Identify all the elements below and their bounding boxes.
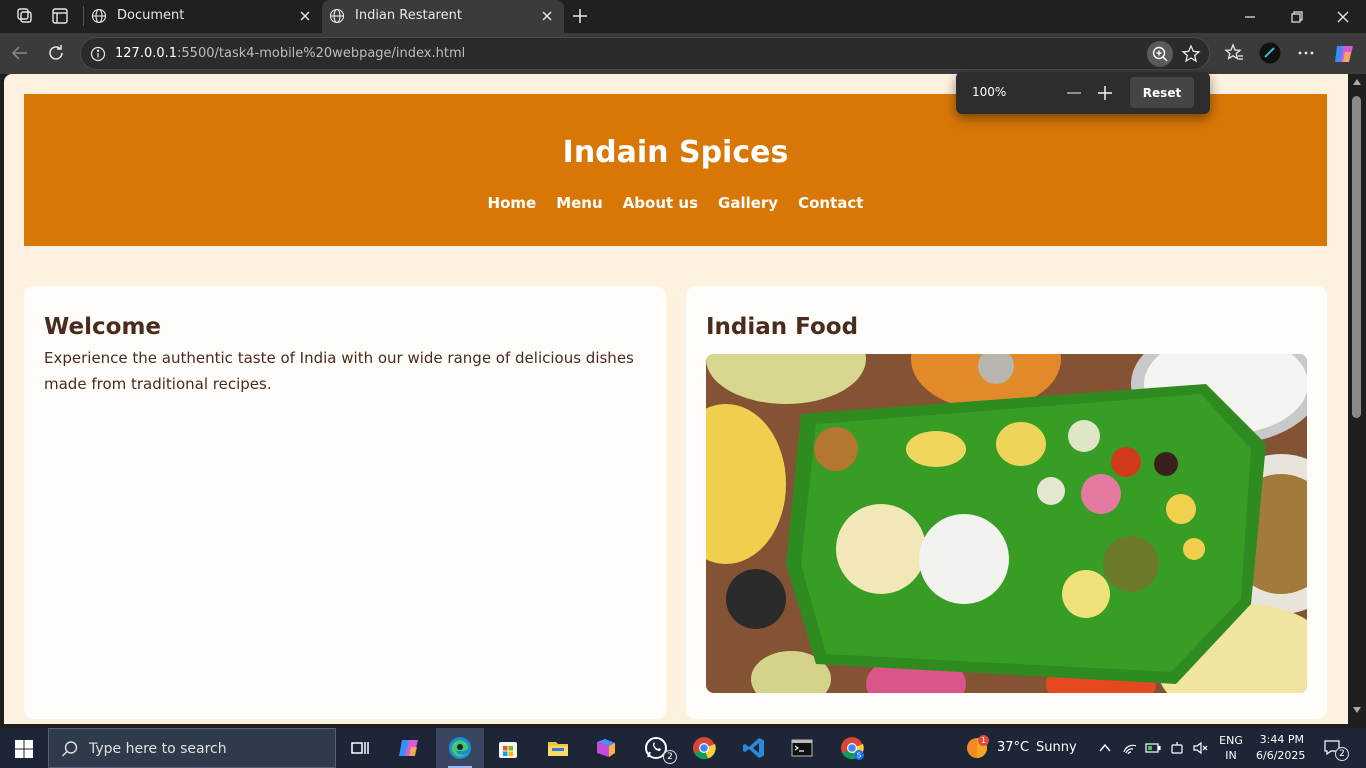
globe-icon <box>329 8 345 24</box>
scroll-down-arrow-icon[interactable] <box>1352 706 1362 714</box>
nav-link-home[interactable]: Home <box>488 194 537 212</box>
svg-text:S: S <box>857 752 862 760</box>
vscode-icon <box>743 738 764 758</box>
volume-muted-icon[interactable] <box>1192 740 1208 756</box>
scroll-up-arrow-icon[interactable] <box>1352 78 1362 86</box>
windows-start-icon[interactable] <box>15 740 33 758</box>
tab-strip: Document Indian Restarent <box>0 0 1366 33</box>
task-view-button[interactable] <box>336 728 384 768</box>
vertical-tabs-icon[interactable] <box>50 6 70 26</box>
scrollbar-thumb[interactable] <box>1352 96 1361 418</box>
minimize-icon[interactable] <box>1242 9 1258 25</box>
profile-avatar-icon[interactable] <box>1259 42 1281 64</box>
whatsapp-badge: 2 <box>663 750 677 764</box>
site-header: Indain Spices Home Menu About us Gallery… <box>24 94 1327 246</box>
url-text: 127.0.0.1:5500/task4-mobile%20webpage/in… <box>115 46 465 61</box>
language-indicator[interactable]: ENG IN <box>1213 733 1249 763</box>
close-tab-icon[interactable] <box>540 9 554 23</box>
browser-toolbar: 127.0.0.1:5500/task4-mobile%20webpage/in… <box>0 33 1366 74</box>
terminal-icon <box>791 739 813 757</box>
zoom-in-icon <box>1152 46 1168 62</box>
zoom-in-plus-icon[interactable] <box>1096 84 1114 102</box>
workspaces-icon[interactable] <box>14 6 34 26</box>
chrome-profile-icon: S <box>841 737 864 760</box>
welcome-text: Experience the authentic taste of India … <box>44 349 634 393</box>
tab-title: Document <box>117 8 185 23</box>
copilot-icon[interactable] <box>1332 42 1356 66</box>
clock-date: 6/6/2025 <box>1256 749 1306 762</box>
clock-time: 3:44 PM <box>1259 733 1304 746</box>
site-nav: Home Menu About us Gallery Contact <box>24 194 1327 212</box>
welcome-card: Welcome Experience the authentic taste o… <box>24 286 666 719</box>
tab-title: Indian Restarent <box>355 8 462 23</box>
windows-taskbar: Type here to search 2 S 1 37°C Sunny ENG… <box>0 728 1366 768</box>
language-code: ENG <box>1219 734 1243 747</box>
store-app-button[interactable] <box>484 728 532 768</box>
page-scrollbar[interactable] <box>1348 74 1366 724</box>
site-info-icon[interactable] <box>90 46 106 62</box>
store-icon <box>499 742 517 758</box>
url-path: :5500/task4-mobile%20webpage/index.html <box>177 46 466 61</box>
indian-food-heading: Indian Food <box>706 314 859 340</box>
back-arrow-icon[interactable] <box>10 43 30 63</box>
wifi-icon[interactable] <box>1122 740 1138 756</box>
copilot-icon <box>399 740 418 756</box>
nav-link-contact[interactable]: Contact <box>798 194 863 212</box>
edge-app-button[interactable] <box>436 728 484 768</box>
zoom-popup: 100% Reset <box>956 72 1210 114</box>
more-options-icon[interactable] <box>1296 43 1316 63</box>
notification-count-badge: 2 <box>1335 747 1349 761</box>
globe-icon <box>91 8 107 24</box>
nav-link-menu[interactable]: Menu <box>556 194 602 212</box>
search-icon <box>62 741 78 757</box>
search-placeholder: Type here to search <box>89 741 227 757</box>
new-tab-icon[interactable] <box>571 7 589 25</box>
close-window-icon[interactable] <box>1335 9 1351 25</box>
taskbar-search-box[interactable]: Type here to search <box>48 728 336 768</box>
zoom-out-minus-icon[interactable] <box>1065 84 1083 102</box>
weather-badge: 1 <box>978 735 989 746</box>
m365-app-button[interactable] <box>582 728 630 768</box>
chrome-app-button[interactable] <box>680 728 728 768</box>
chrome-profile-app-button[interactable]: S <box>828 728 876 768</box>
weather-condition: Sunny <box>1036 740 1077 755</box>
task-view-icon <box>351 742 369 754</box>
close-tab-icon[interactable] <box>298 9 312 23</box>
page-viewport: Indain Spices Home Menu About us Gallery… <box>4 74 1348 724</box>
url-host: 127.0.0.1 <box>115 46 178 61</box>
meet-now-icon[interactable] <box>1169 740 1185 756</box>
zoom-percent: 100% <box>972 85 1007 99</box>
vscode-app-button[interactable] <box>730 728 778 768</box>
chrome-icon <box>693 737 716 760</box>
chevron-up-icon[interactable] <box>1097 740 1113 756</box>
address-bar[interactable]: 127.0.0.1:5500/task4-mobile%20webpage/in… <box>80 37 1210 70</box>
site-title: Indain Spices <box>562 135 789 170</box>
zoom-reset-button[interactable]: Reset <box>1130 77 1194 108</box>
terminal-app-button[interactable] <box>778 728 826 768</box>
battery-icon[interactable] <box>1145 740 1161 756</box>
language-region: IN <box>1225 749 1237 762</box>
folder-icon <box>548 742 568 756</box>
refresh-icon[interactable] <box>46 43 66 63</box>
favorites-icon[interactable] <box>1224 43 1244 63</box>
weather-temperature: 37°C <box>997 740 1030 755</box>
welcome-heading: Welcome <box>44 314 162 340</box>
food-photo-illustration <box>706 354 1307 693</box>
edge-icon <box>449 737 471 759</box>
banana-leaf-meal-image <box>706 354 1307 693</box>
notification-center-button[interactable]: 2 <box>1323 739 1349 761</box>
m365-icon <box>597 739 615 757</box>
restore-icon[interactable] <box>1289 9 1305 25</box>
file-explorer-button[interactable] <box>534 728 582 768</box>
zoom-button[interactable] <box>1147 41 1173 67</box>
system-clock[interactable]: 3:44 PM 6/6/2025 <box>1256 732 1306 764</box>
copilot-app-button[interactable] <box>386 728 434 768</box>
tab-indian-restarent[interactable]: Indian Restarent <box>322 0 564 33</box>
favorite-star-icon[interactable] <box>1181 44 1201 64</box>
nav-link-gallery[interactable]: Gallery <box>718 194 778 212</box>
tab-document[interactable]: Document <box>84 0 322 33</box>
whatsapp-app-button[interactable]: 2 <box>632 728 680 768</box>
indian-food-card: Indian Food <box>686 286 1327 719</box>
nav-link-about-us[interactable]: About us <box>623 194 698 212</box>
